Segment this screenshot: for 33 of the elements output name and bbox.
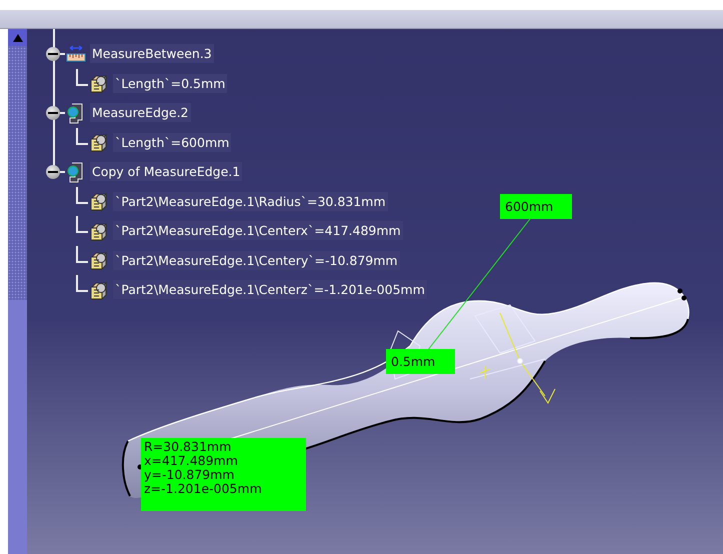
parameter-icon bbox=[88, 131, 110, 154]
parameter-item[interactable]: `Part2\MeasureEdge.1\Centerx`=417.489mm bbox=[113, 221, 403, 240]
measure-value: z=-1.201e-005mm bbox=[144, 482, 263, 496]
measure-label: 0.5mm bbox=[386, 349, 455, 374]
collapse-toggle-icon[interactable] bbox=[46, 46, 60, 61]
parameter-item[interactable]: `Length`=0.5mm bbox=[113, 74, 228, 93]
parameter-item[interactable]: `Length`=600mm bbox=[113, 132, 232, 152]
collapse-toggle-icon[interactable] bbox=[46, 106, 60, 120]
scroll-up-button[interactable] bbox=[8, 29, 27, 46]
parameter-item[interactable]: `Part2\MeasureEdge.1\Radius`=30.831mm bbox=[113, 192, 388, 211]
tree-item[interactable]: MeasureEdge.2 bbox=[90, 103, 191, 122]
tree-branch-line bbox=[76, 186, 88, 204]
scrollbar[interactable] bbox=[8, 29, 27, 554]
measure-label: 600mm bbox=[500, 194, 572, 219]
parameter-icon bbox=[88, 249, 110, 272]
scrollbar-thumb[interactable] bbox=[8, 300, 27, 554]
tree-branch-line bbox=[76, 275, 88, 292]
tree-branch-line bbox=[76, 128, 88, 144]
tree-item[interactable]: Copy of MeasureEdge.1 bbox=[90, 162, 242, 182]
tree-item[interactable]: MeasureBetween.3 bbox=[90, 44, 214, 64]
measure-value: x=417.489mm bbox=[144, 454, 239, 468]
up-arrow-icon bbox=[12, 32, 24, 42]
3d-viewport[interactable] bbox=[27, 29, 723, 554]
parameter-item[interactable]: `Part2\MeasureEdge.1\Centery`=-10.879mm bbox=[113, 250, 400, 270]
tree-branch-line bbox=[76, 68, 88, 86]
measure-value: y=-10.879mm bbox=[144, 468, 236, 482]
tree-branch-line bbox=[76, 216, 88, 233]
collapse-toggle-icon[interactable] bbox=[46, 164, 60, 179]
parameter-icon bbox=[88, 190, 110, 212]
parameter-item[interactable]: `Part2\MeasureEdge.1\Centerz`=-1.201e-005mm bbox=[113, 280, 427, 300]
tree-branch-line bbox=[76, 246, 88, 262]
measure-value: R=30.831mm bbox=[144, 440, 232, 454]
parameter-icon bbox=[88, 72, 110, 94]
